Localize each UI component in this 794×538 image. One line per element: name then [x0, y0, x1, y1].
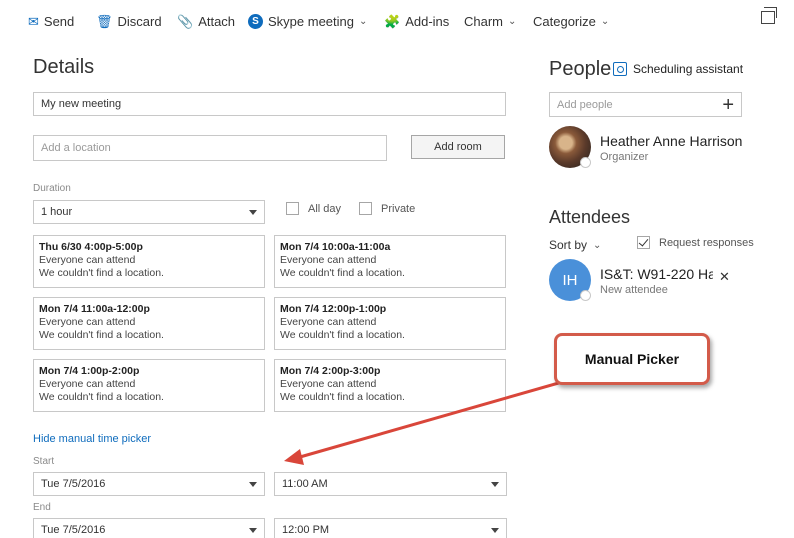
- arrow-shaft: [299, 380, 563, 459]
- annotation-arrow: [284, 380, 563, 465]
- manual-picker-callout: Manual Picker: [554, 333, 710, 385]
- arrow-head: [284, 449, 304, 465]
